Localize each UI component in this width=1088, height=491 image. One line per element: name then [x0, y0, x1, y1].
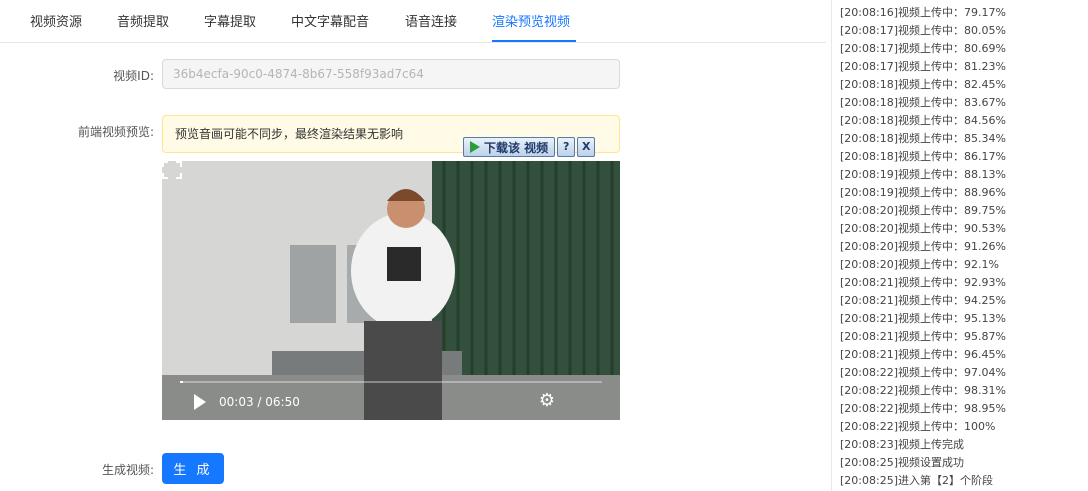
- log-line: [20:08:16]视频上传中：79.17%: [840, 6, 1006, 19]
- log-line: [20:08:21]视频上传中：95.13%: [840, 312, 1006, 325]
- log-line: [20:08:21]视频上传中：92.93%: [840, 276, 1006, 289]
- tab-bar: 视频资源 音频提取 字幕提取 中文字幕配音 语音连接 渲染预览视频: [0, 0, 826, 43]
- log-line: [20:08:17]视频上传中：80.69%: [840, 42, 1006, 55]
- main-panel: 视频资源 音频提取 字幕提取 中文字幕配音 语音连接 渲染预览视频 视频ID: …: [0, 0, 826, 491]
- generate-button[interactable]: 生 成: [162, 453, 224, 484]
- log-line: [20:08:20]视频上传中：90.53%: [840, 222, 1006, 235]
- fullscreen-icon[interactable]: [162, 161, 182, 179]
- log-panel[interactable]: [20:08:16]视频上传中：79.17% [20:08:17]视频上传中：80…: [831, 0, 1088, 491]
- log-line: [20:08:18]视频上传中：83.67%: [840, 96, 1006, 109]
- log-line: [20:08:18]视频上传中：82.45%: [840, 78, 1006, 91]
- download-video-button[interactable]: 下载该 视频: [463, 137, 556, 157]
- tab-subtitle-extract[interactable]: 字幕提取: [204, 11, 256, 30]
- log-line: [20:08:21]视频上传中：94.25%: [840, 294, 1006, 307]
- help-icon[interactable]: ?: [557, 137, 576, 157]
- log-line: [20:08:22]视频上传中：98.31%: [840, 384, 1006, 397]
- log-line: [20:08:20]视频上传中：92.1%: [840, 258, 999, 271]
- tab-audio-extract[interactable]: 音频提取: [117, 11, 169, 30]
- log-line: [20:08:20]视频上传中：89.75%: [840, 204, 1006, 217]
- gear-icon[interactable]: ⚙: [538, 392, 556, 410]
- tab-chinese-dubbing[interactable]: 中文字幕配音: [291, 11, 369, 30]
- video-id-label: 视频ID:: [113, 69, 154, 83]
- log-line: [20:08:19]视频上传中：88.13%: [840, 168, 1006, 181]
- generate-label: 生成视频:: [101, 463, 154, 477]
- log-line: [20:08:22]视频上传中：97.04%: [840, 366, 1006, 379]
- log-line: [20:08:22]视频上传中：100%: [840, 420, 996, 433]
- play-icon[interactable]: [194, 394, 206, 410]
- log-line: [20:08:18]视频上传中：85.34%: [840, 132, 1006, 145]
- video-time: 00:03 / 06:50: [219, 395, 300, 409]
- active-tab-indicator: [492, 40, 576, 42]
- video-player[interactable]: 00:03 / 06:50 ⚙: [162, 161, 620, 420]
- download-video-label: 下载该 视频: [484, 140, 549, 155]
- tab-video-resource[interactable]: 视频资源: [30, 11, 82, 30]
- video-progress-bar[interactable]: [180, 381, 602, 383]
- tab-render-preview[interactable]: 渲染预览视频: [492, 11, 570, 30]
- preview-label: 前端视频预览:: [77, 125, 154, 139]
- log-line: [20:08:23]视频上传完成: [840, 438, 964, 451]
- log-line: [20:08:25]视频设置成功: [840, 456, 964, 469]
- video-id-field[interactable]: 36b4ecfa-90c0-4874-8b67-558f93ad7c64: [162, 59, 620, 89]
- tab-voice-connect[interactable]: 语音连接: [405, 11, 457, 30]
- log-line: [20:08:22]视频上传中：98.95%: [840, 402, 1006, 415]
- log-line: [20:08:25]进入第【2】个阶段: [840, 474, 993, 487]
- close-icon[interactable]: X: [577, 137, 596, 157]
- download-toolbar: 下载该 视频 ? X: [463, 137, 596, 157]
- play-icon: [470, 141, 480, 153]
- log-line: [20:08:19]视频上传中：88.96%: [840, 186, 1006, 199]
- log-line: [20:08:21]视频上传中：96.45%: [840, 348, 1006, 361]
- log-line: [20:08:17]视频上传中：81.23%: [840, 60, 1006, 73]
- log-line: [20:08:18]视频上传中：86.17%: [840, 150, 1006, 163]
- log-line: [20:08:18]视频上传中：84.56%: [840, 114, 1006, 127]
- log-line: [20:08:20]视频上传中：91.26%: [840, 240, 1006, 253]
- log-line: [20:08:21]视频上传中：95.87%: [840, 330, 1006, 343]
- video-progress-fill: [180, 381, 183, 383]
- log-line: [20:08:17]视频上传中：80.05%: [840, 24, 1006, 37]
